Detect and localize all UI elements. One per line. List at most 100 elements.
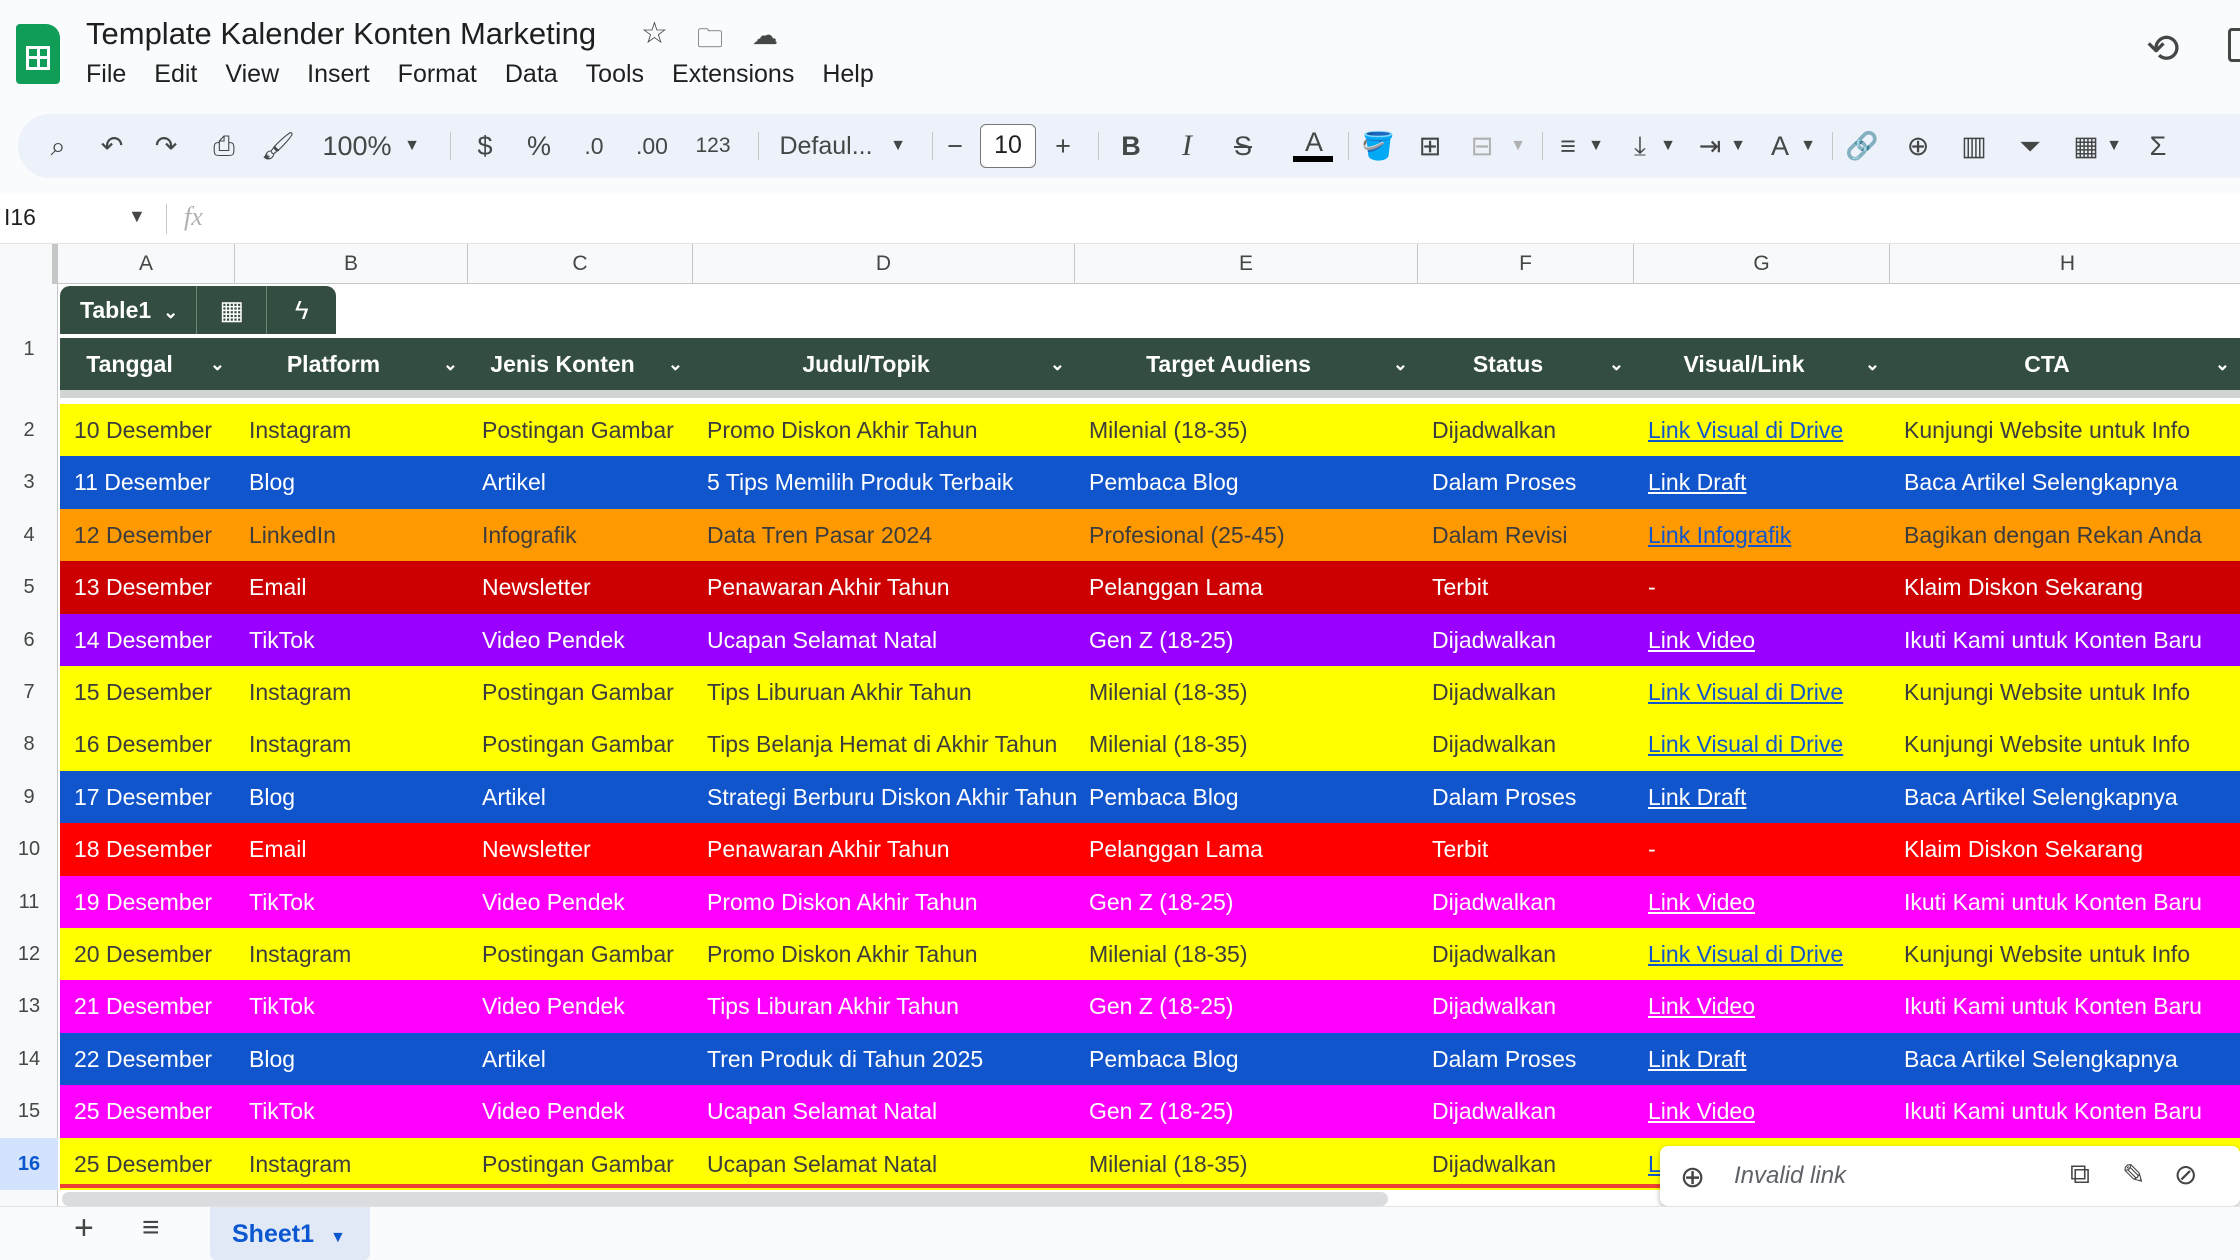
cell-cta[interactable]: Baca Artikel Selengkapnya — [1890, 1033, 2240, 1085]
undo-icon[interactable]: ↶ — [94, 114, 130, 178]
cell-platform[interactable]: TikTok — [235, 980, 468, 1032]
cell-platform[interactable]: Instagram — [235, 1138, 468, 1190]
cell-visual-link[interactable]: - — [1634, 561, 1890, 613]
cell-jenis-konten[interactable]: Postingan Gambar — [468, 404, 693, 456]
cell-status[interactable]: Dijadwalkan — [1418, 1138, 1634, 1190]
header-tanggal[interactable]: Tanggal ⌄ — [60, 338, 235, 390]
cell-tanggal[interactable]: 25 Desember — [60, 1138, 235, 1190]
more-formats-button[interactable]: 123 — [688, 114, 738, 178]
cell-status[interactable]: Dalam Revisi — [1418, 509, 1634, 561]
cell-visual-link[interactable]: Link Draft — [1634, 456, 1890, 508]
cell-tanggal[interactable]: 13 Desember — [60, 561, 235, 613]
fill-color-icon[interactable]: 🪣 — [1360, 114, 1396, 178]
cell-status[interactable]: Dijadwalkan — [1418, 718, 1634, 770]
format-percent-button[interactable]: % — [524, 114, 554, 178]
add-sheet-icon[interactable]: + — [74, 1209, 94, 1248]
bold-button[interactable]: B — [1116, 114, 1146, 178]
cell-platform[interactable]: LinkedIn — [235, 509, 468, 561]
cell-target-audiens[interactable]: Profesional (25-45) — [1075, 509, 1418, 561]
cell-judul-topik[interactable]: Promo Diskon Akhir Tahun — [693, 404, 1075, 456]
cell-tanggal[interactable]: 10 Desember — [60, 404, 235, 456]
chevron-down-icon[interactable]: ⌄ — [668, 338, 683, 390]
row-number[interactable]: 7 — [0, 666, 58, 718]
cell-judul-topik[interactable]: Tips Liburuan Akhir Tahun — [693, 666, 1075, 718]
cell-judul-topik[interactable]: Tips Belanja Hemat di Akhir Tahun — [693, 718, 1075, 770]
cell-jenis-konten[interactable]: Postingan Gambar — [468, 666, 693, 718]
horizontal-align-icon[interactable]: ≡ — [1550, 114, 1586, 178]
cell-tanggal[interactable]: 17 Desember — [60, 771, 235, 823]
cloud-status-icon[interactable]: ☁ — [752, 20, 778, 51]
column-header-b[interactable]: B — [235, 244, 468, 284]
cell-tanggal[interactable]: 20 Desember — [60, 928, 235, 980]
chevron-down-icon[interactable]: ⌄ — [1609, 338, 1624, 390]
cell-jenis-konten[interactable]: Video Pendek — [468, 1085, 693, 1137]
cell-status[interactable]: Terbit — [1418, 561, 1634, 613]
cell-jenis-konten[interactable]: Video Pendek — [468, 876, 693, 928]
cell-status[interactable]: Dijadwalkan — [1418, 876, 1634, 928]
cell-cta[interactable]: Kunjungi Website untuk Info — [1890, 718, 2240, 770]
cell-platform[interactable]: Instagram — [235, 666, 468, 718]
chevron-down-icon[interactable]: ⌄ — [1050, 338, 1065, 390]
decrease-decimal-button[interactable]: .0 — [574, 114, 614, 178]
cell-target-audiens[interactable]: Gen Z (18-25) — [1075, 876, 1418, 928]
sheets-logo-icon[interactable] — [16, 24, 60, 84]
font-family-select[interactable]: Defaul... — [766, 114, 886, 178]
cell-tanggal[interactable]: 19 Desember — [60, 876, 235, 928]
cell-target-audiens[interactable]: Milenial (18-35) — [1075, 928, 1418, 980]
italic-button[interactable]: I — [1172, 114, 1202, 178]
cell-tanggal[interactable]: 15 Desember — [60, 666, 235, 718]
chevron-down-icon[interactable]: ⌄ — [2215, 338, 2230, 390]
row-number[interactable]: 1 — [0, 338, 58, 361]
cell-visual-link[interactable]: Link Visual di Drive — [1634, 718, 1890, 770]
column-header-d[interactable]: D — [693, 244, 1075, 284]
cell-tanggal[interactable]: 14 Desember — [60, 614, 235, 666]
cell-cta[interactable]: Kunjungi Website untuk Info — [1890, 928, 2240, 980]
side-panel-icon[interactable] — [2228, 28, 2240, 62]
horizontal-scrollbar[interactable] — [62, 1192, 1388, 1206]
vertical-align-icon[interactable]: ⤓ — [1622, 114, 1658, 178]
paint-format-icon[interactable]: 🖌 — [260, 114, 296, 178]
cell-target-audiens[interactable]: Gen Z (18-25) — [1075, 980, 1418, 1032]
cell-target-audiens[interactable]: Milenial (18-35) — [1075, 718, 1418, 770]
row-number[interactable]: 2 — [0, 404, 58, 456]
redo-icon[interactable]: ↷ — [148, 114, 184, 178]
cell-visual-link[interactable]: Link Infografik — [1634, 509, 1890, 561]
column-header-f[interactable]: F — [1418, 244, 1634, 284]
menu-view[interactable]: View — [211, 60, 293, 89]
cell-target-audiens[interactable]: Milenial (18-35) — [1075, 1138, 1418, 1190]
cell-jenis-konten[interactable]: Artikel — [468, 771, 693, 823]
menu-edit[interactable]: Edit — [140, 60, 211, 89]
merge-cells-icon[interactable]: ⊟ — [1464, 114, 1500, 178]
cell-judul-topik[interactable]: Penawaran Akhir Tahun — [693, 823, 1075, 875]
cell-visual-link[interactable]: - — [1634, 823, 1890, 875]
copy-link-icon[interactable]: ⧉ — [2070, 1158, 2090, 1191]
name-box[interactable]: I16 — [4, 204, 36, 231]
cell-judul-topik[interactable]: Penawaran Akhir Tahun — [693, 561, 1075, 613]
cell-status[interactable]: Dijadwalkan — [1418, 1085, 1634, 1137]
column-header-a[interactable]: A — [58, 244, 235, 284]
cell-visual-link[interactable]: Link Video — [1634, 876, 1890, 928]
cell-judul-topik[interactable]: Promo Diskon Akhir Tahun — [693, 928, 1075, 980]
cell-judul-topik[interactable]: Strategi Berburu Diskon Akhir Tahun — [693, 771, 1077, 823]
font-chevron-down-icon[interactable]: ▼ — [888, 114, 908, 178]
cell-target-audiens[interactable]: Pembaca Blog — [1075, 456, 1418, 508]
search-menus-icon[interactable]: ⌕ — [38, 114, 78, 178]
document-title[interactable]: Template Kalender Konten Marketing — [86, 16, 596, 52]
format-currency-button[interactable]: $ — [470, 114, 500, 178]
column-header-c[interactable]: C — [468, 244, 693, 284]
cell-status[interactable]: Dijadwalkan — [1418, 614, 1634, 666]
cell-cta[interactable]: Ikuti Kami untuk Konten Baru — [1890, 1085, 2240, 1137]
cell-visual-link[interactable]: Link Visual di Drive — [1634, 404, 1890, 456]
row-number[interactable]: 14 — [0, 1033, 58, 1085]
select-all-corner[interactable] — [0, 244, 58, 284]
header-platform[interactable]: Platform ⌄ — [235, 338, 468, 390]
insert-comment-icon[interactable]: ⊕ — [1900, 114, 1936, 178]
chevron-down-icon[interactable]: ⌄ — [1393, 338, 1408, 390]
cell-tanggal[interactable]: 22 Desember — [60, 1033, 235, 1085]
cell-cta[interactable]: Bagikan dengan Rekan Anda — [1890, 509, 2240, 561]
cell-target-audiens[interactable]: Milenial (18-35) — [1075, 404, 1418, 456]
increase-decimal-button[interactable]: .00 — [630, 114, 674, 178]
cell-visual-link[interactable]: Link Video — [1634, 1085, 1890, 1137]
cell-jenis-konten[interactable]: Infografik — [468, 509, 693, 561]
cell-platform[interactable]: Instagram — [235, 404, 468, 456]
